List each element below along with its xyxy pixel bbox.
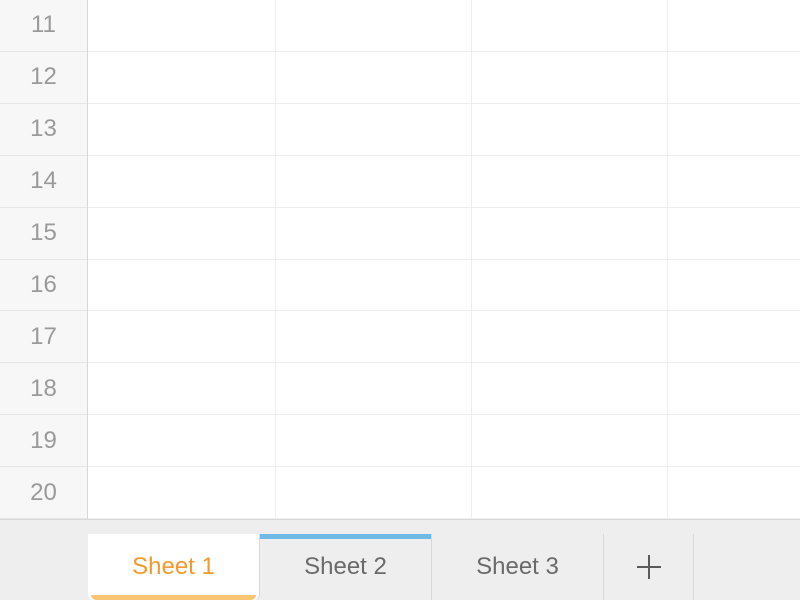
row-header[interactable]: 11 — [0, 0, 87, 52]
grid-row — [88, 467, 800, 519]
cell[interactable] — [472, 311, 668, 362]
sheet-tab-3[interactable]: Sheet 3 — [432, 534, 604, 600]
cell[interactable] — [88, 208, 276, 259]
cell[interactable] — [276, 0, 472, 51]
cell[interactable] — [276, 208, 472, 259]
sheet-tab-1[interactable]: Sheet 1 — [88, 534, 260, 600]
cell[interactable] — [276, 363, 472, 414]
row-headers-column: 11 12 13 14 15 16 17 18 19 20 — [0, 0, 88, 519]
cell[interactable] — [276, 415, 472, 466]
row-header[interactable]: 14 — [0, 156, 87, 208]
cell[interactable] — [668, 0, 800, 51]
cell[interactable] — [276, 104, 472, 155]
cell[interactable] — [276, 156, 472, 207]
row-header[interactable]: 12 — [0, 52, 87, 104]
cell[interactable] — [88, 467, 276, 518]
cell[interactable] — [88, 260, 276, 311]
row-header[interactable]: 18 — [0, 363, 87, 415]
grid-row — [88, 0, 800, 52]
row-header[interactable]: 17 — [0, 311, 87, 363]
cell[interactable] — [472, 0, 668, 51]
row-header[interactable]: 15 — [0, 208, 87, 260]
cell[interactable] — [668, 311, 800, 362]
cell[interactable] — [88, 311, 276, 362]
sheet-tab-bar: Sheet 1 Sheet 2 Sheet 3 — [0, 520, 800, 600]
cell[interactable] — [668, 260, 800, 311]
sheet-tab-2[interactable]: Sheet 2 — [260, 534, 432, 600]
cell[interactable] — [276, 52, 472, 103]
cell[interactable] — [472, 156, 668, 207]
cell[interactable] — [668, 415, 800, 466]
grid-row — [88, 208, 800, 260]
cell[interactable] — [88, 52, 276, 103]
cell[interactable] — [668, 156, 800, 207]
cell[interactable] — [472, 208, 668, 259]
cell[interactable] — [472, 467, 668, 518]
sheet-tab-label: Sheet 2 — [304, 553, 387, 581]
plus-icon — [637, 555, 661, 579]
grid-row — [88, 415, 800, 467]
cell[interactable] — [472, 104, 668, 155]
cell[interactable] — [472, 52, 668, 103]
grid-row — [88, 52, 800, 104]
cell[interactable] — [668, 208, 800, 259]
cell[interactable] — [276, 311, 472, 362]
cell[interactable] — [88, 156, 276, 207]
grid-row — [88, 363, 800, 415]
sheet-tab-label: Sheet 3 — [476, 553, 559, 581]
sheet-tab-label: Sheet 1 — [132, 553, 215, 581]
cell[interactable] — [668, 467, 800, 518]
spreadsheet-grid: 11 12 13 14 15 16 17 18 19 20 — [0, 0, 800, 520]
cell[interactable] — [668, 104, 800, 155]
cell[interactable] — [88, 415, 276, 466]
grid-row — [88, 156, 800, 208]
cell[interactable] — [472, 415, 668, 466]
row-header[interactable]: 16 — [0, 260, 87, 312]
cell[interactable] — [276, 260, 472, 311]
cells-area — [88, 0, 800, 519]
cell[interactable] — [668, 363, 800, 414]
grid-row — [88, 104, 800, 156]
cell[interactable] — [88, 104, 276, 155]
row-header[interactable]: 20 — [0, 467, 87, 519]
cell[interactable] — [668, 52, 800, 103]
grid-row — [88, 260, 800, 312]
cell[interactable] — [472, 260, 668, 311]
cell[interactable] — [88, 363, 276, 414]
row-header[interactable]: 13 — [0, 104, 87, 156]
row-header[interactable]: 19 — [0, 415, 87, 467]
cell[interactable] — [276, 467, 472, 518]
cell[interactable] — [472, 363, 668, 414]
cell[interactable] — [88, 0, 276, 51]
add-sheet-button[interactable] — [604, 534, 694, 600]
grid-row — [88, 311, 800, 363]
